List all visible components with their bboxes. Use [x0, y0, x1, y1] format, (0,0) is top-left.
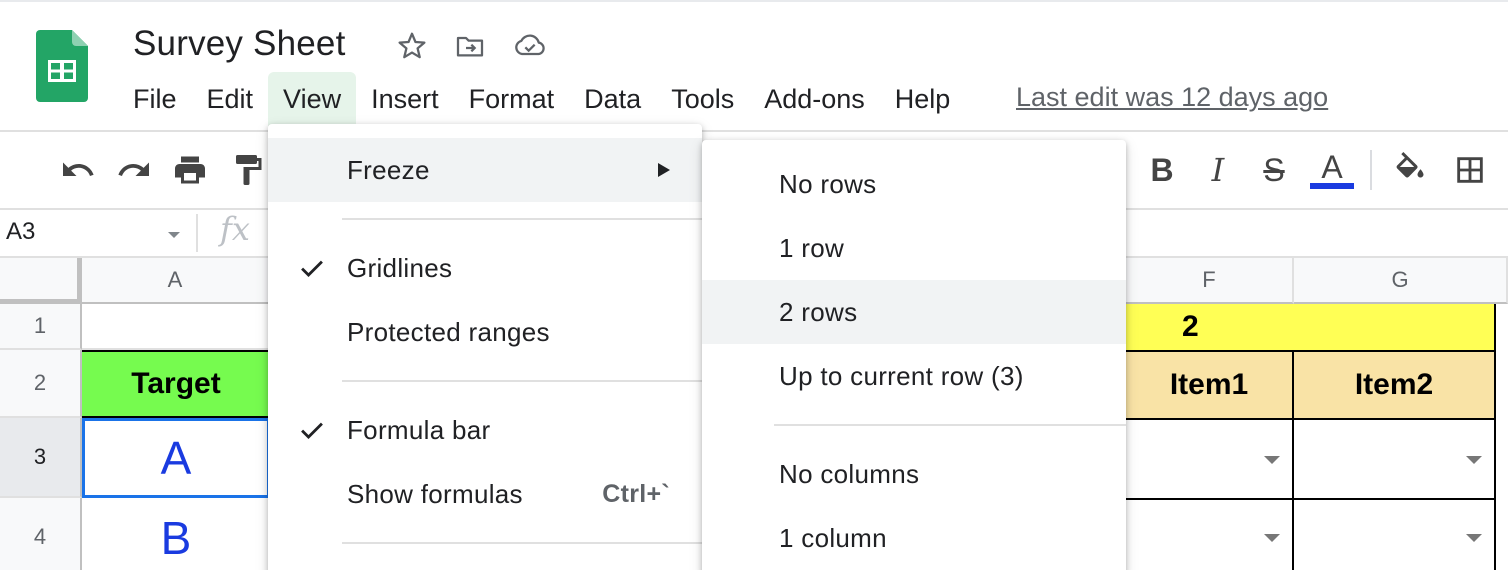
italic-label: I	[1211, 151, 1225, 189]
column-header-f[interactable]: F	[1126, 258, 1294, 304]
text-color-button[interactable]: A	[1310, 148, 1354, 192]
menu-divider	[342, 218, 702, 220]
dropdown-arrow-icon[interactable]	[1264, 534, 1280, 542]
freeze-label: Freeze	[347, 154, 430, 185]
menu-bar: File Edit View Insert Format Data Tools …	[118, 72, 965, 126]
cell-f4[interactable]	[1126, 500, 1294, 570]
menu-help[interactable]: Help	[880, 72, 966, 126]
one-row-label: 1 row	[779, 232, 845, 263]
toolbar-divider	[1370, 150, 1372, 190]
two-rows-label: 2 rows	[779, 296, 858, 327]
menu-divider	[342, 380, 702, 382]
bold-button[interactable]: B	[1140, 148, 1184, 192]
protected-ranges-label: Protected ranges	[347, 316, 550, 347]
cell-a1[interactable]	[82, 304, 270, 350]
menu-tools[interactable]: Tools	[656, 72, 749, 126]
row-header-4[interactable]: 4	[0, 498, 82, 570]
view-menu-dropdown: Freeze Gridlines Protected ranges Formul…	[268, 124, 702, 570]
menu-edit[interactable]: Edit	[192, 72, 269, 126]
strikethrough-button[interactable]: S	[1252, 148, 1296, 192]
column-header-g[interactable]: G	[1294, 258, 1508, 304]
menu-item-gridlines[interactable]: Gridlines	[268, 236, 702, 300]
italic-button[interactable]: I	[1196, 148, 1240, 192]
menu-item-formula-bar[interactable]: Formula bar	[268, 398, 702, 462]
menu-insert[interactable]: Insert	[356, 72, 454, 126]
sheets-logo-icon[interactable]	[36, 30, 88, 102]
header-divider	[0, 130, 1508, 132]
menu-add-ons[interactable]: Add-ons	[749, 72, 880, 126]
name-box-dropdown-icon[interactable]	[168, 232, 180, 238]
row-header-1[interactable]: 1	[0, 304, 82, 350]
cell-g2[interactable]: Item2	[1294, 350, 1496, 420]
row-header-2[interactable]: 2	[0, 350, 82, 418]
no-columns-label: No columns	[779, 458, 920, 489]
document-title[interactable]: Survey Sheet	[133, 24, 346, 64]
menu-view[interactable]: View	[268, 72, 357, 126]
formula-bar-divider	[196, 214, 198, 252]
checkmark-icon	[301, 260, 323, 277]
menu-item-freeze[interactable]: Freeze	[268, 138, 702, 202]
show-formulas-shortcut: Ctrl+`	[602, 479, 670, 508]
bold-label: B	[1150, 151, 1174, 188]
formula-bar-label: Formula bar	[347, 414, 491, 445]
freeze-submenu: No rows 1 row 2 rows Up to current row (…	[702, 140, 1126, 570]
menu-format[interactable]: Format	[454, 72, 570, 126]
row-header-3[interactable]: 3	[0, 418, 82, 498]
submenu-item-2-rows[interactable]: 2 rows	[702, 280, 1126, 344]
show-formulas-label: Show formulas	[347, 478, 523, 509]
up-to-current-row-label: Up to current row (3)	[779, 360, 1024, 391]
cloud-saved-icon[interactable]	[512, 28, 548, 64]
column-header-a[interactable]: A	[82, 258, 270, 304]
checkmark-icon	[301, 422, 323, 439]
strikethrough-label: S	[1263, 151, 1285, 188]
submenu-arrow-icon	[658, 163, 670, 177]
star-icon[interactable]	[394, 28, 430, 64]
name-box[interactable]: A3	[6, 218, 35, 246]
redo-icon[interactable]	[112, 148, 156, 192]
last-edit-link[interactable]: Last edit was 12 days ago	[1016, 82, 1328, 113]
menu-divider	[342, 542, 702, 544]
menu-data[interactable]: Data	[569, 72, 656, 126]
menu-item-protected-ranges[interactable]: Protected ranges	[268, 300, 702, 364]
dropdown-arrow-icon[interactable]	[1264, 456, 1280, 464]
undo-icon[interactable]	[56, 148, 100, 192]
submenu-item-up-to-current-row[interactable]: Up to current row (3)	[702, 344, 1126, 408]
cell-f2[interactable]: Item1	[1126, 350, 1294, 420]
fx-icon: fx	[220, 210, 250, 248]
cell-g3[interactable]	[1294, 420, 1496, 500]
dropdown-arrow-icon[interactable]	[1466, 534, 1482, 542]
text-color-label: A	[1321, 149, 1343, 185]
dropdown-arrow-icon[interactable]	[1466, 456, 1482, 464]
cell-a4[interactable]: B	[82, 498, 270, 570]
fill-color-icon[interactable]	[1388, 148, 1432, 192]
top-border	[0, 0, 1508, 2]
submenu-item-no-rows[interactable]: No rows	[702, 152, 1126, 216]
cell-a2[interactable]: Target	[82, 350, 270, 418]
no-rows-label: No rows	[779, 168, 877, 199]
submenu-divider	[774, 424, 1126, 426]
borders-icon[interactable]	[1448, 148, 1492, 192]
cell-f1-merged[interactable]: 2	[1126, 304, 1496, 350]
cell-f3[interactable]	[1126, 420, 1294, 500]
one-column-label: 1 column	[779, 522, 887, 553]
select-all-corner[interactable]	[0, 258, 82, 304]
submenu-item-1-column[interactable]: 1 column	[702, 506, 1126, 570]
print-icon[interactable]	[168, 148, 212, 192]
menu-file[interactable]: File	[118, 72, 192, 126]
menu-item-show-formulas[interactable]: Show formulas Ctrl+`	[268, 462, 702, 526]
submenu-item-no-columns[interactable]: No columns	[702, 442, 1126, 506]
move-to-folder-icon[interactable]	[452, 28, 488, 64]
submenu-item-1-row[interactable]: 1 row	[702, 216, 1126, 280]
cell-a3[interactable]: A	[82, 418, 270, 498]
text-color-swatch	[1310, 183, 1354, 189]
cell-g4[interactable]	[1294, 500, 1496, 570]
gridlines-label: Gridlines	[347, 252, 453, 283]
paint-format-icon[interactable]	[226, 148, 270, 192]
